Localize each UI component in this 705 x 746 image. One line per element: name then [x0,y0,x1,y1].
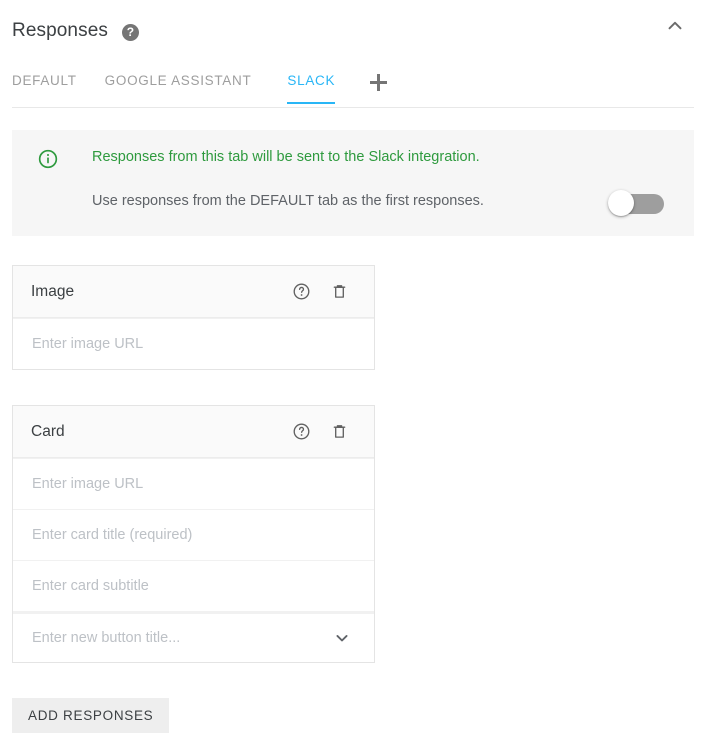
card-header: Image [13,266,374,318]
panel-header: Responses ? [0,0,705,62]
response-card-card: Card Enter image URL Enter card title (r… [12,405,375,663]
card-subtitle-input[interactable]: Enter card subtitle [13,560,374,611]
card-title-input[interactable]: Enter card title (required) [13,509,374,560]
response-card-image: Image Enter image URL [12,265,375,370]
collapse-panel-button[interactable] [655,8,695,48]
page-title: Responses [12,20,108,42]
card-header: Card [13,406,374,458]
help-circle-outline-icon[interactable] [288,419,314,445]
plus-icon[interactable] [367,71,389,93]
tab-google-assistant[interactable]: GOOGLE ASSISTANT [105,70,252,104]
chevron-down-icon[interactable] [332,628,352,648]
input-placeholder: Enter image URL [32,336,143,352]
response-tabs: DEFAULT GOOGLE ASSISTANT SLACK [0,70,705,108]
chevron-up-icon [664,15,686,42]
toggle-knob [608,190,634,216]
help-circle-filled-icon[interactable]: ? [122,24,139,41]
slack-info-banner: Responses from this tab will be sent to … [12,130,694,236]
input-placeholder: Enter card subtitle [32,578,149,594]
help-circle-outline-icon[interactable] [288,279,314,305]
card-title: Card [31,423,288,441]
card-title: Image [31,283,288,301]
input-placeholder: Enter new button title... [32,630,180,646]
info-circle-icon [38,149,58,169]
add-responses-button[interactable]: ADD RESPONSES [12,698,169,733]
tab-default[interactable]: DEFAULT [12,70,77,104]
input-placeholder: Enter card title (required) [32,527,192,543]
default-tab-toggle-label: Use responses from the DEFAULT tab as th… [92,193,484,209]
use-default-responses-toggle[interactable] [608,193,664,215]
trash-icon[interactable] [326,279,352,305]
tabs-divider [12,107,694,108]
input-placeholder: Enter image URL [32,476,143,492]
trash-icon[interactable] [326,419,352,445]
image-url-input[interactable]: Enter image URL [13,318,374,369]
card-button-title-input[interactable]: Enter new button title... [13,611,374,662]
card-image-url-input[interactable]: Enter image URL [13,458,374,509]
tab-slack[interactable]: SLACK [287,70,335,104]
banner-message: Responses from this tab will be sent to … [92,149,480,165]
